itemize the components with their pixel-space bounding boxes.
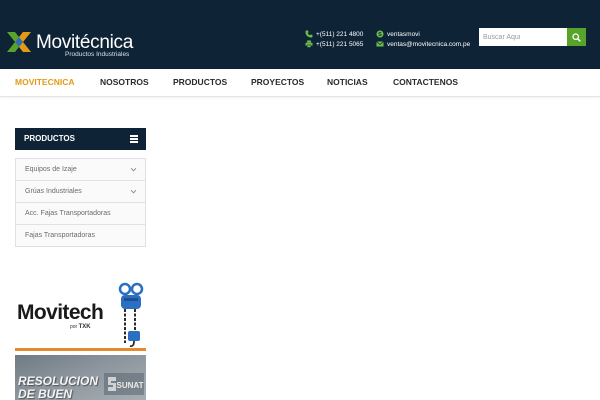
sunat-banner[interactable]: RESOLUCION DE BUEN SUNAT — [15, 355, 146, 400]
sidebar-category-list: Equipos de Izaje Grúas Industriales Acc.… — [15, 158, 146, 247]
sidebar-item-label: Grúas Industriales — [25, 188, 82, 195]
skype-icon: S — [376, 30, 384, 38]
search-input[interactable] — [479, 28, 567, 46]
brand-logo[interactable]: Movitécnica Productos Industriales — [5, 28, 137, 60]
nav-item-noticias[interactable]: NOTICIAS — [327, 77, 368, 87]
sidebar-title: PRODUCTOS — [24, 134, 75, 143]
svg-text:S: S — [378, 32, 382, 38]
printer-icon — [305, 40, 313, 48]
sidebar-item-label: Fajas Transportadoras — [25, 232, 96, 239]
skype-handle[interactable]: ventasmovi — [387, 31, 420, 38]
chevron-down-icon[interactable] — [130, 188, 137, 195]
search-button[interactable] — [567, 28, 586, 46]
brand-tagline: Productos Industriales — [65, 51, 130, 58]
phone-number-1[interactable]: +(511) 221 4800 — [316, 31, 363, 38]
sidebar-header: PRODUCTOS — [15, 128, 146, 150]
search-box — [479, 28, 586, 46]
sidebar-item-equipos-de-izaje[interactable]: Equipos de Izaje — [16, 159, 145, 181]
sidebar-item-label: Acc. Fajas Transportadoras — [25, 210, 111, 217]
phone-icon — [305, 30, 313, 38]
hamburger-icon[interactable] — [130, 135, 138, 143]
movitech-banner-subtitle: por TXK — [70, 324, 91, 330]
nav-item-contactenos[interactable]: CONTACTENOS — [393, 77, 458, 87]
email-address[interactable]: ventas@movitecnica.com.pe — [387, 41, 470, 48]
phone-row: +(511) 221 4800 — [305, 29, 363, 39]
nav-item-productos[interactable]: PRODUCTOS — [173, 77, 227, 87]
online-contacts: S ventasmovi ventas@movitecnica.com.pe — [376, 29, 470, 49]
envelope-icon — [376, 41, 384, 47]
nav-item-nosotros[interactable]: NOSOTROS — [100, 77, 149, 87]
chevron-down-icon[interactable] — [130, 166, 137, 173]
nav-item-proyectos[interactable]: PROYECTOS — [251, 77, 304, 87]
main-nav: MOVITECNICA NOSOTROS PRODUCTOS PROYECTOS… — [0, 69, 600, 97]
nav-item-movitecnica[interactable]: MOVITECNICA — [15, 77, 75, 87]
sidebar-item-gruas-industriales[interactable]: Grúas Industriales — [16, 181, 145, 203]
email-row: ventas@movitecnica.com.pe — [376, 39, 470, 49]
sidebar-item-label: Equipos de Izaje — [25, 166, 77, 173]
skype-row: S ventasmovi — [376, 29, 470, 39]
sidebar-item-acc-fajas[interactable]: Acc. Fajas Transportadoras — [16, 203, 145, 225]
movitech-banner-title: Movitech — [17, 301, 104, 324]
site-header: Movitécnica Productos Industriales +(511… — [0, 0, 600, 69]
logo-mark-icon — [7, 32, 31, 52]
svg-text:SUNAT: SUNAT — [117, 381, 144, 390]
phone-contacts: +(511) 221 4800 +(511) 221 5065 — [305, 29, 363, 49]
search-icon — [572, 32, 581, 42]
chain-hoist-icon — [118, 282, 144, 348]
phone-number-2[interactable]: +(511) 221 5065 — [316, 41, 363, 48]
sunat-logo-icon: SUNAT — [104, 373, 144, 395]
movitech-banner[interactable]: Movitech por TXK — [15, 281, 146, 351]
sunat-banner-text: RESOLUCION DE BUEN — [18, 374, 99, 400]
fax-row: +(511) 221 5065 — [305, 39, 363, 49]
sidebar-item-fajas-transportadoras[interactable]: Fajas Transportadoras — [16, 225, 145, 247]
